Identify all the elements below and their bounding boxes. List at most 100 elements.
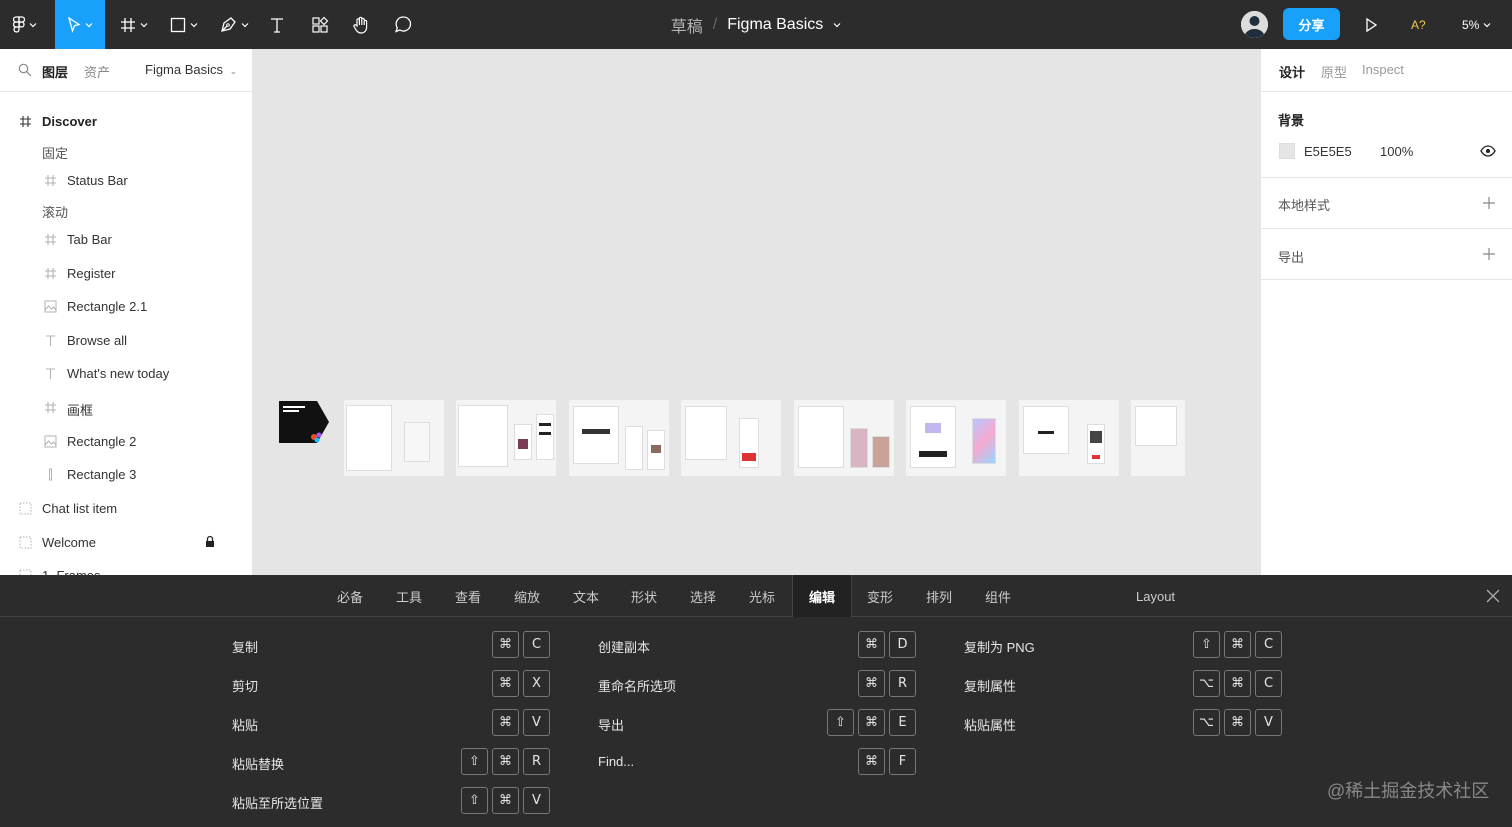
shortcut-tab[interactable]: 必备 [337,575,363,617]
tab-prototype[interactable]: 原型 [1321,62,1347,81]
background-opacity-value[interactable]: 100% [1380,144,1413,159]
phone-mock [1023,406,1069,454]
page-selector[interactable]: Figma Basics ⌄ [145,62,237,77]
layer-row[interactable]: Rectangle 2 [0,427,252,455]
shortcut-tab[interactable]: 选择 [690,575,716,617]
shortcut-tab[interactable]: 变形 [867,575,893,617]
phone-mock [346,405,392,471]
shortcut-category-tabs: 必备 工具 查看 缩放 文本 形状 选择 光标 编辑 变形 排列 组件 Layout [0,575,1512,617]
local-styles-title: 本地样式 [1278,198,1331,213]
search-icon[interactable] [18,63,32,77]
layer-row[interactable]: 1. Frames [0,561,252,575]
layer-label: Rectangle 3 [67,467,137,482]
chevron-down-icon[interactable] [833,22,841,28]
color-swatch[interactable] [1279,143,1295,159]
shortcut-tab[interactable]: 编辑 [792,575,853,617]
shortcut-label: 粘贴替换 [232,757,285,772]
layer-row[interactable]: Tab Bar [0,225,252,253]
present-button[interactable] [1360,14,1382,36]
share-button[interactable]: 分享 [1283,8,1340,40]
move-tool-button[interactable] [55,0,105,49]
phone-mock [1087,424,1105,464]
shortcut-tab[interactable]: 工具 [396,575,422,617]
layer-row[interactable]: Discover [0,107,252,135]
export-section: 导出 [1261,229,1512,280]
layer-row[interactable]: 固定 [0,136,252,164]
line-icon [43,467,57,481]
shortcut-tab[interactable]: 查看 [455,575,481,617]
phone-mock [514,424,532,460]
key-cap: ⌘ [492,787,519,814]
figma-logo-icon [13,16,25,33]
chevron-down-icon [85,22,93,27]
key-cap: ⌘ [1224,709,1251,736]
layer-row[interactable]: What's new today [0,359,252,387]
layer-row[interactable]: Browse all [0,326,252,354]
comment-tool-button[interactable] [388,0,418,49]
chevron-down-icon [140,22,148,27]
layer-row[interactable]: Rectangle 2.1 [0,292,252,320]
eye-icon[interactable] [1480,145,1496,157]
shortcut-label: 复制 [232,640,259,655]
chevron-down-icon [190,22,198,27]
shortcut-tab[interactable]: 光标 [749,575,775,617]
tab-design[interactable]: 设计 [1279,62,1305,81]
frame-thumbnail-cover[interactable] [279,401,329,443]
file-name[interactable]: Figma Basics [727,16,823,34]
frame-icon [43,266,57,280]
shortcut-tab[interactable]: 形状 [631,575,657,617]
tab-layers[interactable]: 图层 [42,62,68,81]
resources-icon [312,16,329,33]
background-hex-value[interactable]: E5E5E5 [1304,144,1352,159]
shortcut-tab[interactable]: 缩放 [514,575,540,617]
plus-icon[interactable] [1482,196,1496,210]
accessibility-button[interactable]: A? [1411,0,1426,49]
layer-row[interactable]: 画框 [0,393,252,421]
key-cap: ⌘ [492,631,519,658]
resources-button[interactable] [305,0,335,49]
shape-tool-button[interactable] [163,0,205,49]
hand-tool-button[interactable] [346,0,376,49]
tab-assets[interactable]: 资产 [84,62,110,81]
lock-icon[interactable] [205,535,215,548]
properties-tabs: 设计 原型 Inspect [1261,49,1512,92]
frame-thumbnail[interactable] [681,400,781,476]
tab-inspect[interactable]: Inspect [1362,62,1404,77]
background-title: 背景 [1278,113,1305,128]
canvas[interactable] [253,49,1260,575]
layer-row[interactable]: 滚动 [0,195,252,223]
phone-mock [972,418,996,464]
layer-row[interactable]: Chat list item [0,494,252,522]
project-name[interactable]: 草稿 [671,13,703,37]
avatar[interactable] [1241,11,1268,38]
frame-thumbnail[interactable] [456,400,556,476]
layer-label: Rectangle 2 [67,434,137,449]
frame-thumbnail[interactable] [1019,400,1119,476]
key-cap: ⌘ [492,709,519,736]
frame-thumbnail[interactable] [906,400,1006,476]
shortcut-label: 粘贴 [232,718,259,733]
frame-thumbnail[interactable] [569,400,669,476]
close-icon[interactable] [1486,589,1500,603]
shortcut-tab[interactable]: 文本 [573,575,599,617]
layer-row[interactable]: Register [0,259,252,287]
shortcut-tab[interactable]: Layout [1136,575,1175,617]
frame-thumbnail[interactable] [1131,400,1185,476]
frame-thumbnail[interactable] [344,400,444,476]
text-tool-button[interactable] [263,0,291,49]
shortcut-tab[interactable]: 组件 [985,575,1011,617]
pen-icon [220,17,236,32]
plus-icon[interactable] [1482,247,1496,261]
frame-tool-button[interactable] [113,0,155,49]
layer-row[interactable]: Status Bar [0,166,252,194]
rectangle-icon [170,17,186,32]
key-cap: ⌘ [1224,631,1251,658]
shortcut-tab[interactable]: 排列 [926,575,952,617]
frame-thumbnail[interactable] [794,400,894,476]
layer-row[interactable]: Rectangle 3 [0,460,252,488]
layer-row[interactable]: Welcome [0,528,252,556]
main-menu-button[interactable] [4,0,46,49]
key-cap: E [889,709,916,736]
pen-tool-button[interactable] [213,0,255,49]
zoom-dropdown[interactable]: 5% [1462,0,1491,49]
